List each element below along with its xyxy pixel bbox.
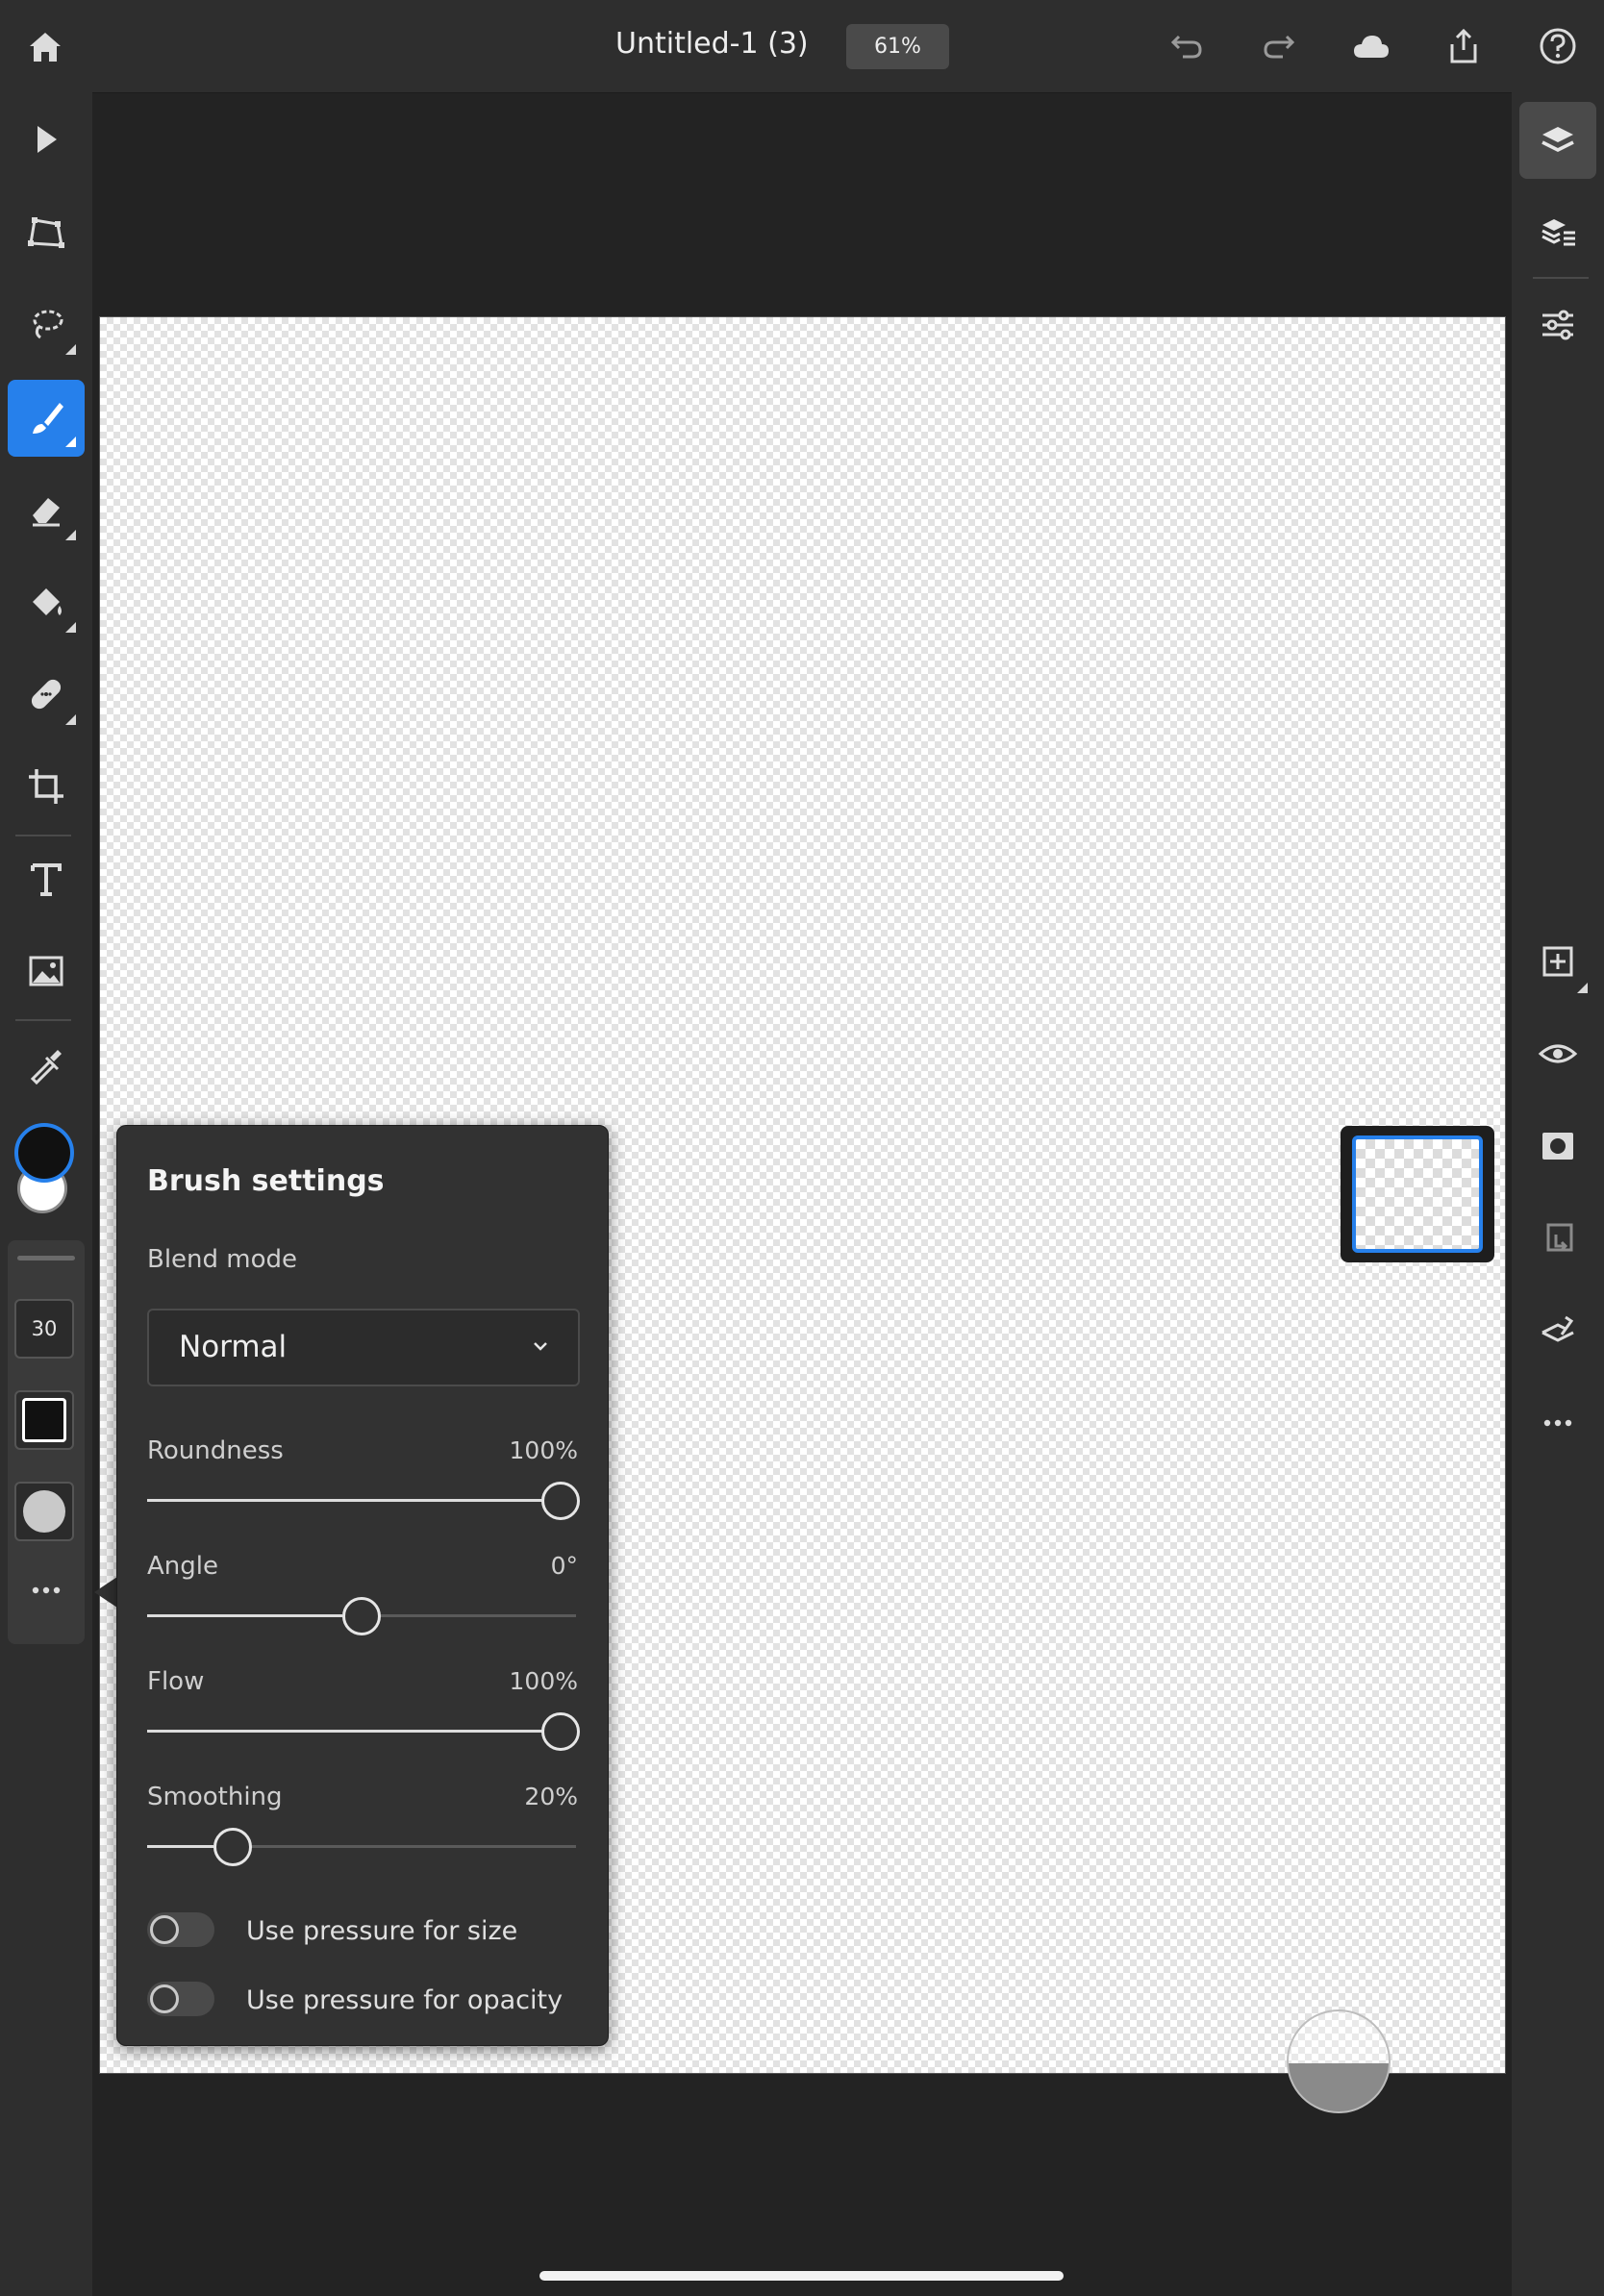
angle-value: 0°	[550, 1552, 578, 1580]
cloud-icon[interactable]	[1342, 17, 1400, 75]
roundness-slider-handle[interactable]	[541, 1482, 580, 1520]
brush-tip-button[interactable]	[14, 1482, 74, 1541]
touch-modifier-button[interactable]	[1287, 2009, 1391, 2113]
top-bar: Untitled-1 (3) 61%	[0, 0, 1604, 93]
angle-label: Angle	[147, 1552, 218, 1581]
smoothing-label: Smoothing	[147, 1783, 283, 1811]
smoothing-slider-handle[interactable]	[213, 1828, 252, 1866]
pressure-size-toggle[interactable]	[147, 1912, 214, 1947]
layer-properties-icon[interactable]	[1529, 204, 1587, 262]
crop-icon[interactable]	[17, 758, 75, 815]
brush-color-swatch[interactable]	[14, 1390, 74, 1450]
angle-slider[interactable]	[147, 1597, 576, 1635]
merge-icon[interactable]	[1529, 1302, 1587, 1360]
transform-icon[interactable]	[17, 203, 75, 261]
clip-icon[interactable]	[1529, 1210, 1587, 1267]
smoothing-value: 20%	[524, 1783, 578, 1810]
more-options-icon[interactable]	[17, 1561, 75, 1619]
flow-slider[interactable]	[147, 1712, 580, 1751]
panel-title: Brush settings	[147, 1164, 385, 1198]
drag-handle[interactable]	[17, 1256, 75, 1260]
mask-icon[interactable]	[1529, 1117, 1587, 1175]
document-title[interactable]: Untitled-1 (3)	[615, 27, 809, 61]
type-icon[interactable]	[17, 850, 75, 908]
zoom-level[interactable]: 61%	[846, 24, 949, 69]
brush-size-value: 30	[31, 1317, 58, 1340]
home-indicator	[539, 2271, 1064, 2281]
pressure-size-label: Use pressure for size	[246, 1916, 518, 1946]
chevron-down-icon	[534, 1342, 547, 1351]
roundness-label: Roundness	[147, 1436, 284, 1465]
help-icon[interactable]	[1529, 17, 1587, 75]
select-icon[interactable]	[17, 111, 75, 168]
roundness-slider[interactable]	[147, 1482, 580, 1520]
angle-slider-handle[interactable]	[342, 1597, 381, 1635]
pressure-opacity-toggle[interactable]	[147, 1982, 214, 2016]
round-brush-icon	[23, 1490, 65, 1533]
redo-icon[interactable]	[1250, 17, 1308, 75]
share-icon[interactable]	[1435, 17, 1492, 75]
blend-mode-dropdown[interactable]: Normal	[147, 1309, 580, 1386]
more-icon[interactable]	[1529, 1394, 1587, 1452]
brush-settings-panel: Brush settings Blend mode Normal Roundne…	[116, 1125, 609, 2046]
visibility-icon[interactable]	[1529, 1025, 1587, 1083]
blend-mode-value: Normal	[179, 1330, 288, 1364]
flow-value: 100%	[509, 1667, 578, 1695]
brush-size-field[interactable]: 30	[14, 1299, 74, 1359]
blend-mode-label: Blend mode	[147, 1245, 298, 1274]
smoothing-slider[interactable]	[147, 1828, 576, 1866]
adjustments-icon[interactable]	[1529, 296, 1587, 354]
image-icon[interactable]	[17, 942, 75, 1000]
right-panel	[1512, 92, 1604, 2296]
panel-pointer	[94, 1577, 117, 1608]
layers-icon[interactable]	[1529, 112, 1587, 169]
add-layer-icon[interactable]	[1529, 933, 1587, 990]
flow-slider-handle[interactable]	[541, 1712, 580, 1751]
layer-thumbnail[interactable]	[1341, 1126, 1494, 1262]
undo-icon[interactable]	[1158, 17, 1216, 75]
roundness-value: 100%	[509, 1436, 578, 1464]
flow-label: Flow	[147, 1667, 205, 1696]
pressure-opacity-label: Use pressure for opacity	[246, 1985, 564, 2015]
foreground-color-swatch[interactable]	[14, 1123, 74, 1183]
eyedropper-icon[interactable]	[17, 1036, 75, 1094]
home-icon[interactable]	[16, 17, 74, 75]
